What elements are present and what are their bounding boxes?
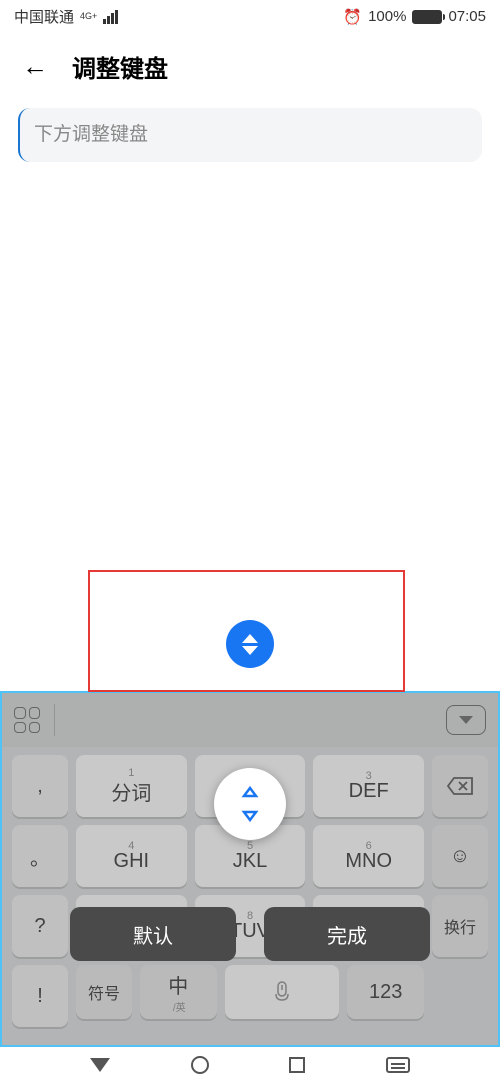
back-button[interactable]: ←	[22, 51, 48, 82]
alarm-icon: ⏰	[343, 8, 362, 26]
done-button[interactable]: 完成	[264, 907, 430, 961]
key-emoji[interactable]: ☺	[432, 825, 488, 887]
keyboard-resize-handle-top[interactable]	[226, 620, 274, 668]
key-segment[interactable]: 1分词	[76, 755, 187, 817]
keyboard-test-input[interactable]	[18, 108, 482, 162]
nav-home-button[interactable]	[191, 1056, 209, 1074]
keyboard-move-handle-center[interactable]	[214, 768, 286, 840]
default-button[interactable]: 默认	[70, 907, 236, 961]
key-space[interactable]	[225, 965, 340, 1019]
nav-back-button[interactable]	[90, 1058, 110, 1072]
carrier-label: 中国联通	[14, 6, 74, 27]
key-period[interactable]: 。	[12, 825, 68, 887]
signal-icon	[103, 10, 118, 24]
key-lang-toggle[interactable]: 中/英	[140, 965, 217, 1019]
battery-percent: 100%	[368, 8, 406, 25]
key-numbers[interactable]: 123	[347, 965, 424, 1019]
key-backspace[interactable]	[432, 755, 488, 817]
keyboard-menu-icon[interactable]	[14, 707, 40, 733]
clock-time: 07:05	[448, 8, 486, 25]
key-comma[interactable]: ,	[12, 755, 68, 817]
battery-icon	[412, 10, 442, 24]
key-symbols[interactable]: 符号	[76, 965, 132, 1019]
page-header: ← 调整键盘	[0, 33, 500, 100]
key-ghi[interactable]: 4GHI	[76, 825, 187, 887]
key-exclaim[interactable]: !	[12, 965, 68, 1027]
keyboard-panel: , 1分词 2ABC 3DEF 。 4GHI 5JKL 6MNO ☺ ? 7PQ…	[0, 691, 500, 1047]
network-label: 4G+	[80, 12, 97, 21]
toolbar-divider	[54, 704, 55, 736]
nav-keyboard-button[interactable]	[386, 1057, 410, 1073]
system-nav-bar	[0, 1047, 500, 1083]
status-bar: 中国联通 4G+ ⏰ 100% 07:05	[0, 0, 500, 33]
key-def[interactable]: 3DEF	[313, 755, 424, 817]
nav-recent-button[interactable]	[289, 1057, 305, 1073]
keyboard-collapse-button[interactable]	[446, 705, 486, 735]
page-title: 调整键盘	[72, 49, 168, 84]
key-mno[interactable]: 6MNO	[313, 825, 424, 887]
